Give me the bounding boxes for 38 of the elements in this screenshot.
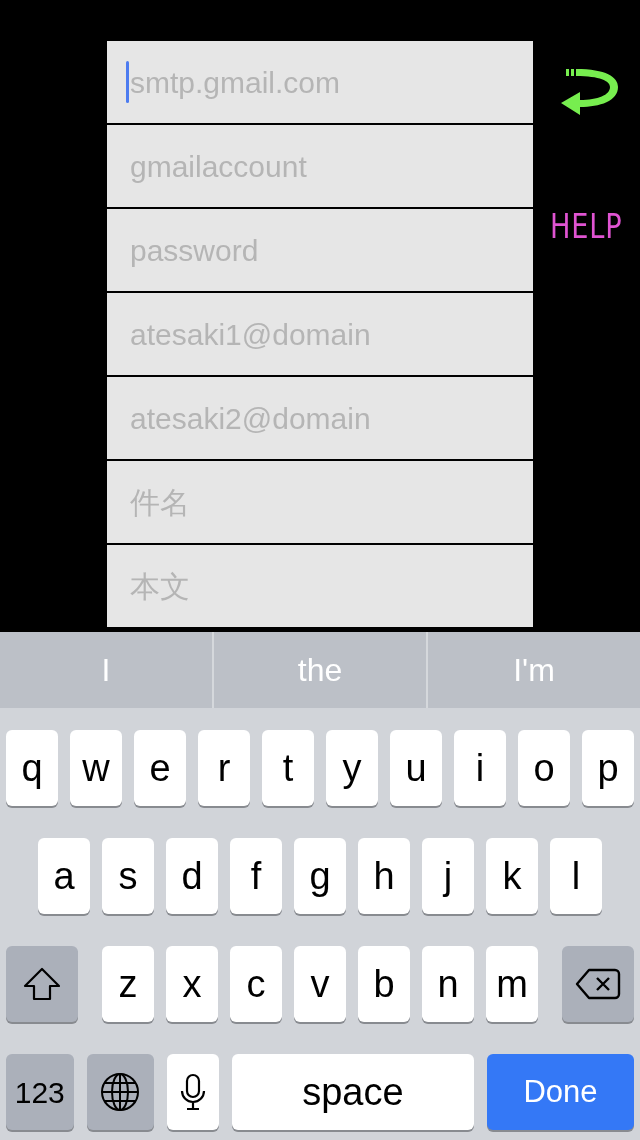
- letter-key[interactable]: i: [454, 730, 506, 806]
- backspace-key[interactable]: [562, 946, 634, 1022]
- microphone-icon: [179, 1073, 206, 1111]
- done-key[interactable]: Done: [487, 1054, 634, 1130]
- letter-key[interactable]: v: [294, 946, 346, 1022]
- letter-key[interactable]: g: [294, 838, 346, 914]
- letter-key[interactable]: a: [38, 838, 90, 914]
- letter-key[interactable]: k: [486, 838, 538, 914]
- shift-key[interactable]: [6, 946, 78, 1022]
- letter-key[interactable]: o: [518, 730, 570, 806]
- backspace-icon: [575, 967, 621, 1001]
- letter-key[interactable]: x: [166, 946, 218, 1022]
- letter-key[interactable]: e: [134, 730, 186, 806]
- letter-key[interactable]: y: [326, 730, 378, 806]
- letter-key[interactable]: s: [102, 838, 154, 914]
- shift-icon: [22, 966, 62, 1002]
- help-button[interactable]: HELP: [550, 201, 623, 252]
- letter-key[interactable]: w: [70, 730, 122, 806]
- letter-key[interactable]: m: [486, 946, 538, 1022]
- letter-key[interactable]: h: [358, 838, 410, 914]
- letter-key[interactable]: r: [198, 730, 250, 806]
- letter-key[interactable]: p: [582, 730, 634, 806]
- letter-key[interactable]: t: [262, 730, 314, 806]
- letter-key[interactable]: b: [358, 946, 410, 1022]
- globe-icon: [100, 1072, 141, 1112]
- space-key[interactable]: space: [231, 1054, 474, 1130]
- letter-key[interactable]: c: [230, 946, 282, 1022]
- letter-key[interactable]: d: [166, 838, 218, 914]
- letter-key[interactable]: l: [550, 838, 602, 914]
- numbers-key[interactable]: 123: [6, 1054, 74, 1130]
- letter-key[interactable]: z: [102, 946, 154, 1022]
- letter-key[interactable]: u: [390, 730, 442, 806]
- letter-key[interactable]: q: [6, 730, 58, 806]
- microphone-key[interactable]: [167, 1054, 219, 1130]
- letter-key[interactable]: f: [230, 838, 282, 914]
- letter-key[interactable]: j: [422, 838, 474, 914]
- letter-key[interactable]: n: [422, 946, 474, 1022]
- globe-key[interactable]: [86, 1054, 155, 1130]
